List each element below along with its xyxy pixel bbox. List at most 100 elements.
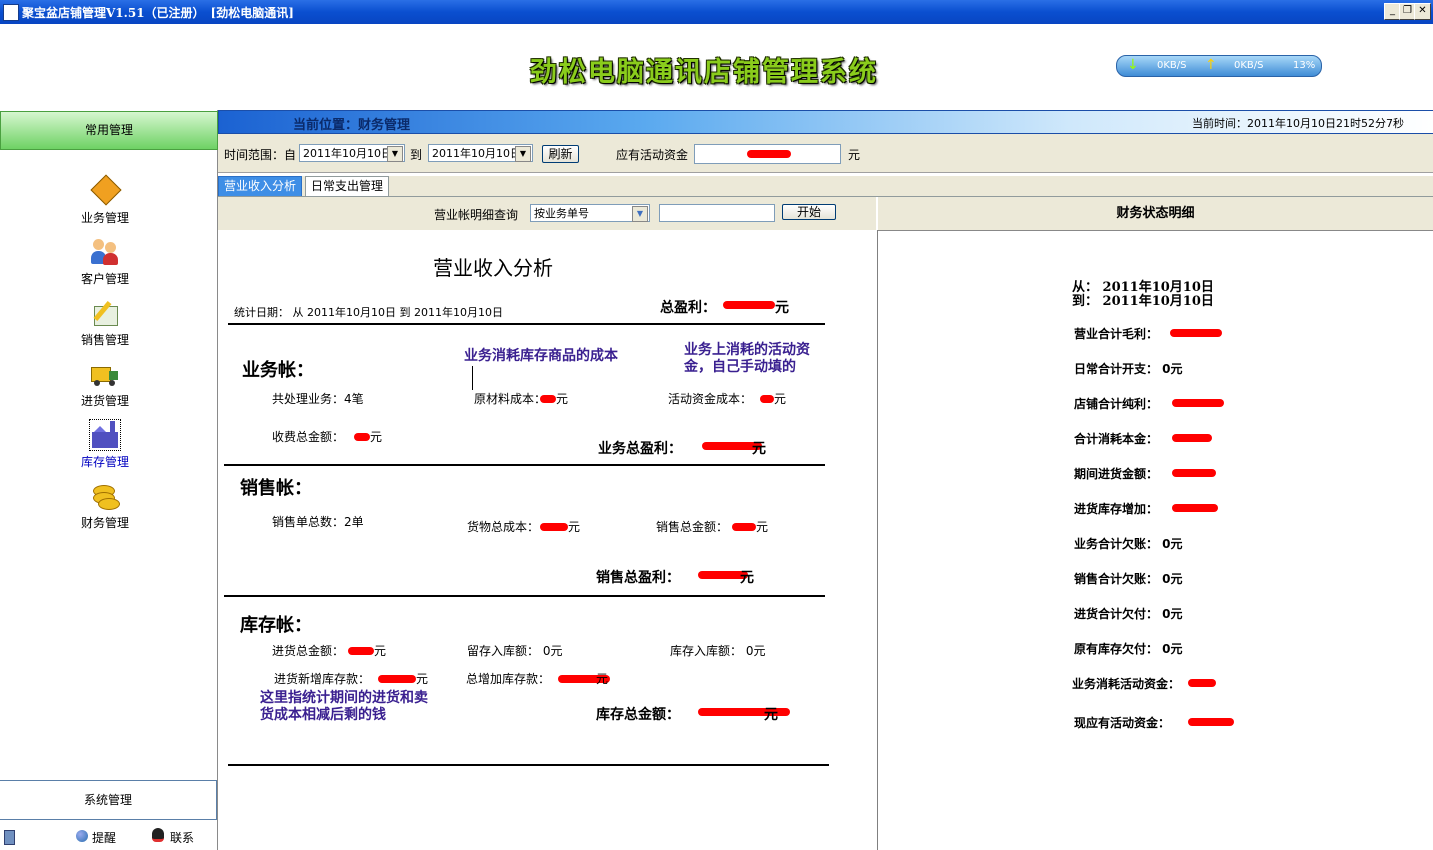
goods-cost: 货物总成本： xyxy=(467,520,540,534)
globe-icon xyxy=(76,830,88,842)
from-date-picker[interactable]: 2011年10月10日 ▼ xyxy=(299,144,405,162)
sidebar-item-label: 业务管理 xyxy=(80,211,129,225)
tab-daily-expense[interactable]: 日常支出管理 xyxy=(305,176,390,196)
remind-button[interactable]: 提醒 xyxy=(92,829,116,846)
redaction-mark xyxy=(378,675,416,683)
redaction-mark xyxy=(723,301,775,309)
refresh-button[interactable]: 刷新 xyxy=(542,145,579,163)
stock-in: 库存入库额： 0元 xyxy=(670,644,766,658)
sidebar-item-purchase[interactable]: 进货管理 xyxy=(70,359,140,409)
new-stock: 进货新增库存款： xyxy=(274,672,371,686)
window-titlebar: 聚宝盆店铺管理V1.51（已注册） [劲松电脑通讯] _ ❐ ✕ xyxy=(0,0,1433,24)
redaction-mark xyxy=(540,395,556,403)
status-row: 原有库存欠付： 0元 xyxy=(1074,642,1183,656)
report-title: 营业收入分析 xyxy=(433,256,553,280)
coins-icon xyxy=(90,481,120,511)
query-input[interactable] xyxy=(659,204,775,222)
database-icon[interactable] xyxy=(4,830,15,845)
biz-count: 共处理业务：4笔 xyxy=(272,392,364,406)
sales-total: 销售总金额： xyxy=(656,520,729,534)
redaction-mark xyxy=(760,395,774,403)
redaction-mark xyxy=(354,433,370,441)
sidebar-section-common[interactable]: 常用管理 xyxy=(0,111,218,150)
from-date-value: 2011年10月10日 xyxy=(303,147,392,160)
divider xyxy=(228,764,829,766)
status-row: 日常合计开支： 0元 xyxy=(1074,362,1183,376)
sales-profit-label: 销售总盈利： xyxy=(596,570,680,586)
purchase-total: 进货总金额： xyxy=(272,644,345,658)
sidebar-item-business[interactable]: 业务管理 xyxy=(70,174,140,226)
sidebar-item-label: 销售管理 xyxy=(80,333,129,347)
redaction-mark xyxy=(1188,679,1216,687)
status-panel-title: 财务状态明细 xyxy=(878,197,1433,231)
funds-field[interactable] xyxy=(694,144,841,164)
material-cost: 原材料成本： xyxy=(474,392,547,406)
users-icon xyxy=(90,237,120,267)
sidebar-item-label: 进货管理 xyxy=(80,394,129,408)
redaction-mark xyxy=(747,150,791,158)
sidebar-item-sales[interactable]: 销售管理 xyxy=(70,298,140,348)
stock-total-label: 库存总金额： xyxy=(596,707,680,723)
note-funds: 业务上消耗的活动资金，自己手动填的 xyxy=(684,342,810,375)
main-area: 当前位置：财务管理 当前时间：2011年10月10日21时52分7秒 时间范围：… xyxy=(218,110,1433,850)
sales-profit-suffix: 元 xyxy=(740,570,754,586)
goods-suffix: 元 xyxy=(568,520,581,534)
sidebar-item-inventory[interactable]: 库存管理 xyxy=(70,419,140,470)
new-stock-suffix: 元 xyxy=(416,672,429,686)
sidebar-bottom-bar: 提醒 联系 xyxy=(0,822,216,850)
status-row: 营业合计毛利： xyxy=(1074,327,1159,341)
material-suffix: 元 xyxy=(556,392,569,406)
factory-icon xyxy=(89,419,121,451)
upload-speed: 0KB/S xyxy=(1234,60,1264,71)
location-bar: 当前位置：财务管理 当前时间：2011年10月10日21时52分7秒 xyxy=(218,110,1433,134)
window-title: 聚宝盆店铺管理V1.51（已注册） [劲松电脑通讯] xyxy=(22,6,294,20)
sidebar-section-system[interactable]: 系统管理 xyxy=(0,780,217,820)
to-date-picker[interactable]: 2011年10月10日 ▼ xyxy=(428,144,533,162)
network-monitor: ↓ 0KB/S ↑ 0KB/S 13% xyxy=(1116,55,1322,77)
chevron-down-icon[interactable]: ▼ xyxy=(515,146,531,162)
sidebar-item-customer[interactable]: 客户管理 xyxy=(70,237,140,287)
status-row: 期间进货金额： xyxy=(1074,467,1159,481)
query-mode-value: 按业务单号 xyxy=(534,207,589,220)
status-row: 店铺合计纯利： xyxy=(1074,397,1159,411)
sales-suffix: 元 xyxy=(756,520,769,534)
cpu-usage: 13% xyxy=(1293,60,1316,71)
download-speed: 0KB/S xyxy=(1157,60,1187,71)
biz-profit-label: 业务总盈利： xyxy=(598,441,682,457)
app-icon xyxy=(3,4,19,21)
tab-strip: 营业收入分析 日常支出管理 xyxy=(218,176,1433,197)
query-mode-select[interactable]: 按业务单号 ▼ xyxy=(530,204,650,222)
query-label: 营业帐明细查询 xyxy=(434,208,519,222)
redaction-mark xyxy=(348,647,374,655)
stock-total-suffix: 元 xyxy=(764,707,778,723)
app-title: 劲松电脑通讯店铺管理系统 xyxy=(530,57,878,88)
added-stock-suffix: 元 xyxy=(596,672,609,686)
upload-arrow-icon: ↑ xyxy=(1205,57,1217,73)
sales-count: 销售单总数：2单 xyxy=(272,515,364,529)
finance-status-panel: 财务状态明细 从： 2011年10月10日 到： 2011年10月10日 营业合… xyxy=(878,197,1433,850)
redaction-mark xyxy=(540,523,568,531)
sidebar-item-label: 客户管理 xyxy=(80,272,129,286)
pencil-paper-icon xyxy=(90,298,120,328)
redaction-mark xyxy=(1172,469,1216,477)
chevron-down-icon[interactable]: ▼ xyxy=(387,146,403,162)
funds-label: 应有活动资金 xyxy=(616,148,689,162)
start-button[interactable]: 开始 xyxy=(782,204,836,220)
tab-revenue-analysis[interactable]: 营业收入分析 xyxy=(218,176,303,196)
note-stock: 这里指统计期间的进货和卖货成本相减后剩的钱 xyxy=(260,690,428,723)
status-row: 合计消耗本金： xyxy=(1074,432,1159,446)
status-row: 销售合计欠账： 0元 xyxy=(1074,572,1183,586)
funds-unit: 元 xyxy=(848,148,861,162)
contact-button[interactable]: 联系 xyxy=(170,829,194,846)
total-profit-label: 总盈利： xyxy=(660,300,716,316)
sidebar-item-finance[interactable]: 财务管理 xyxy=(70,481,140,531)
status-row: 现应有活动资金： xyxy=(1074,716,1171,730)
range-label: 时间范围：自 xyxy=(224,148,297,162)
status-row: 业务合计欠账： 0元 xyxy=(1074,537,1183,551)
location-label: 当前位置：财务管理 xyxy=(293,118,411,133)
chevron-down-icon[interactable]: ▼ xyxy=(632,206,648,222)
redaction-mark xyxy=(1172,434,1212,442)
redaction-mark xyxy=(1188,718,1234,726)
close-button[interactable]: ✕ xyxy=(1414,3,1431,20)
revenue-report: 营业收入分析 统计日期： 从 2011年10月10日 到 2011年10月10日… xyxy=(218,230,878,850)
